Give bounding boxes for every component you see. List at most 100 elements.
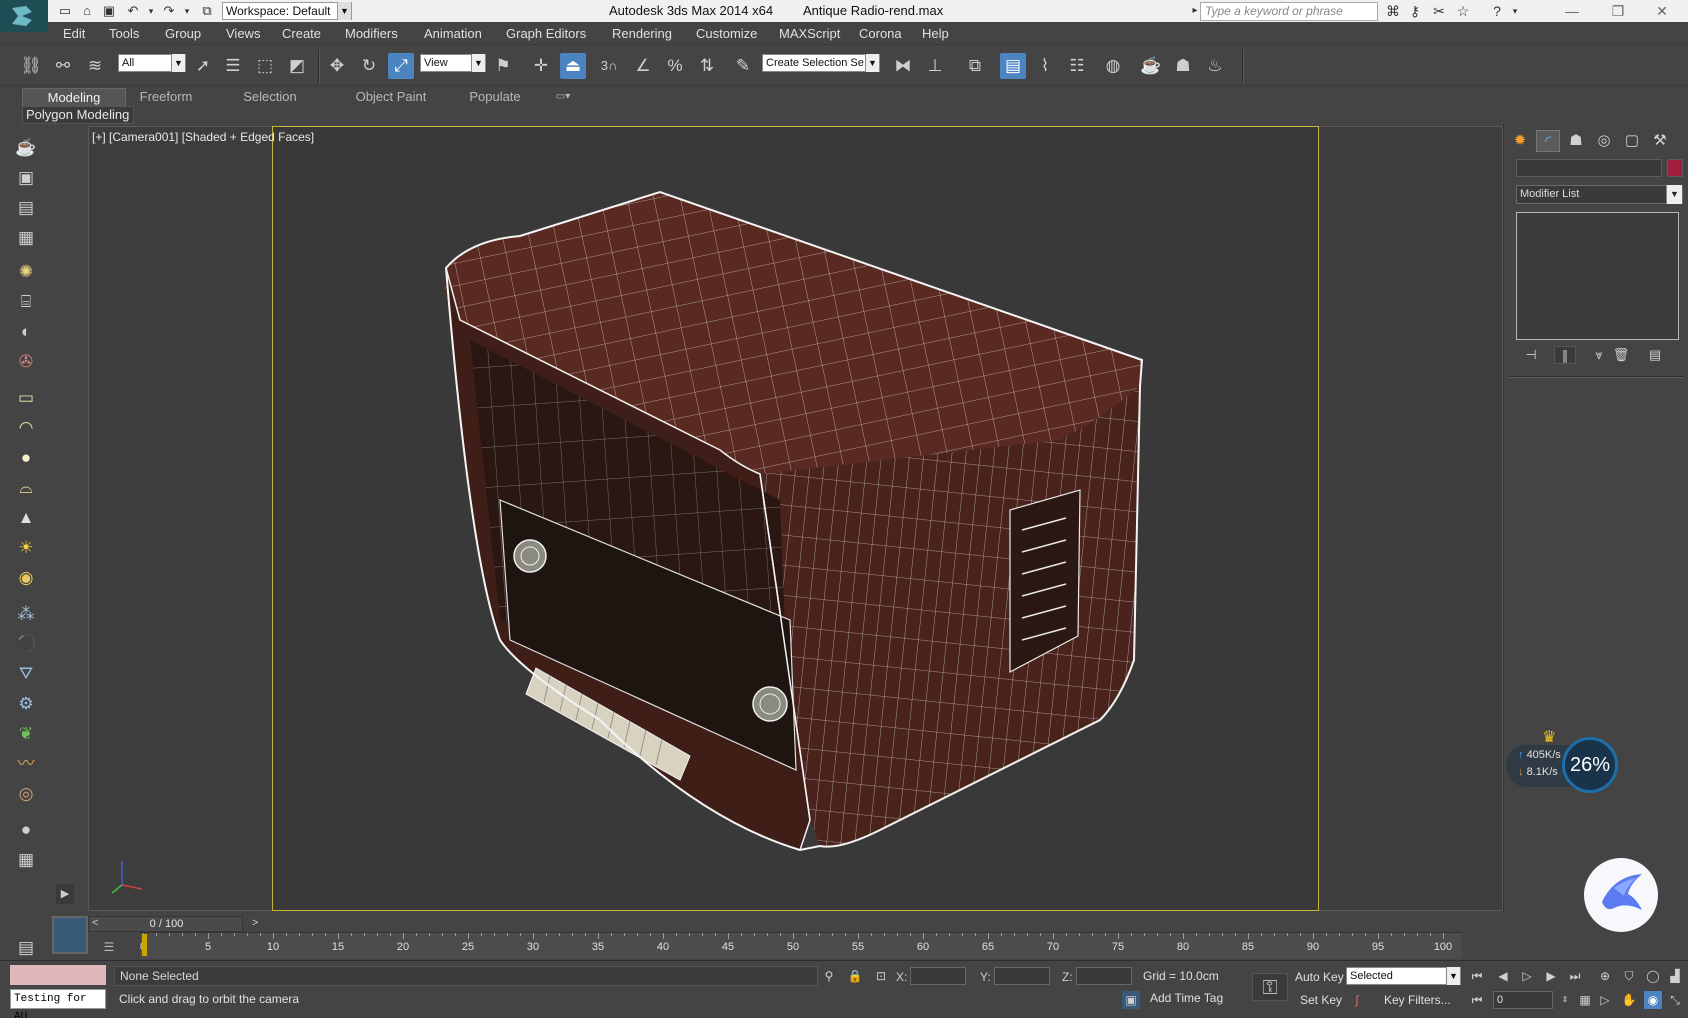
- upload-speed: ↑ 405K/s: [1518, 749, 1561, 761]
- field-of-view-icon[interactable]: ▷: [1596, 991, 1614, 1009]
- timeline-tick: [403, 933, 404, 939]
- timeline-tick: [442, 933, 443, 936]
- timeline-tick-label: 35: [591, 941, 605, 953]
- axis-tripod: [111, 861, 143, 894]
- status-bar: Testing for AU None Selected Click and d…: [0, 960, 1688, 1018]
- time-slider[interactable]: < 0 / 100 >: [88, 916, 258, 932]
- timeline-tick-label: 70: [1046, 941, 1060, 953]
- timeline-tick-label: 100: [1433, 941, 1453, 953]
- modifier-stack[interactable]: [1516, 212, 1679, 340]
- utilities-tab-icon[interactable]: ⚒: [1648, 130, 1672, 152]
- timeline-tick: [702, 933, 703, 936]
- create-tab-icon[interactable]: ✹: [1508, 130, 1532, 152]
- display-tab-icon[interactable]: ▢: [1620, 130, 1644, 152]
- play-icon[interactable]: ▷: [1518, 967, 1536, 985]
- show-end-result-icon[interactable]: ∥: [1554, 346, 1576, 364]
- timeline-tick: [247, 933, 248, 936]
- curve-editor-toggle-icon[interactable]: ☰: [100, 938, 118, 956]
- zoom-extents-icon[interactable]: ⛉: [1620, 967, 1638, 985]
- arrow-up-icon: ↑: [1518, 749, 1524, 761]
- timeline-tick-label: 80: [1176, 941, 1190, 953]
- next-frame-icon[interactable]: ▶: [1542, 967, 1560, 985]
- make-unique-icon[interactable]: ⩔: [1588, 346, 1610, 364]
- current-frame-marker[interactable]: [142, 934, 147, 956]
- isolate-selection-icon[interactable]: ⚲: [820, 967, 838, 985]
- timeline-tick: [1365, 933, 1366, 936]
- viewport-maximize-toggle-icon[interactable]: ⤡: [1666, 991, 1684, 1009]
- timeline-tick: [1053, 933, 1054, 939]
- frame-spinner-icon[interactable]: ⇕: [1556, 991, 1574, 1009]
- timeline-track[interactable]: 0510152025303540455055606570758085909510…: [140, 932, 1462, 959]
- previous-frame-icon[interactable]: ◀: [1494, 967, 1512, 985]
- key-mode-toggle-icon[interactable]: ⏮: [1468, 991, 1486, 1009]
- timeline-tick: [325, 933, 326, 936]
- x-coordinate-field[interactable]: [910, 967, 966, 985]
- object-name-field[interactable]: [1516, 159, 1662, 177]
- timeline-tick: [299, 933, 300, 936]
- set-key-icon[interactable]: ⚿: [1252, 973, 1288, 1001]
- current-frame-field[interactable]: 0: [1493, 991, 1553, 1009]
- timeline-tick: [156, 933, 157, 936]
- object-color-swatch[interactable]: [1667, 159, 1683, 177]
- timeline-tick: [1326, 933, 1327, 936]
- key-filters-button[interactable]: Key Filters...: [1384, 993, 1451, 1007]
- time-tag-icon[interactable]: ▣: [1122, 991, 1140, 1009]
- timeline-tick: [208, 933, 209, 939]
- z-coordinate-field[interactable]: [1076, 967, 1132, 985]
- timeline-tick: [1209, 933, 1210, 936]
- timeline-tick: [949, 933, 950, 936]
- timeline-tick: [1131, 933, 1132, 936]
- timeline-tick-label: 5: [204, 941, 212, 953]
- timeline-tick: [988, 933, 989, 939]
- crown-icon: ♛: [1542, 729, 1557, 746]
- radio-model[interactable]: [0, 0, 1688, 1018]
- remove-modifier-icon[interactable]: 🗑: [1610, 346, 1632, 364]
- modify-tab-icon[interactable]: ◜: [1536, 130, 1560, 152]
- motion-tab-icon[interactable]: ◎: [1592, 130, 1616, 152]
- time-configuration-icon[interactable]: ▦: [1576, 991, 1594, 1009]
- timeline-tick: [286, 933, 287, 936]
- timeline-tick: [377, 933, 378, 936]
- mini-curve-editor-toggle[interactable]: [52, 916, 88, 954]
- timeline-tick: [234, 933, 235, 936]
- timeline-tick: [1040, 933, 1041, 936]
- zoom-icon[interactable]: ⊕: [1596, 967, 1614, 985]
- default-tangent-icon[interactable]: ∫: [1348, 991, 1366, 1009]
- timeline-tick: [1027, 933, 1028, 936]
- absolute-mode-icon[interactable]: ⊡: [872, 967, 890, 985]
- timeline-tick: [884, 933, 885, 936]
- timeline-tick: [455, 933, 456, 936]
- timeline-tick: [1196, 933, 1197, 936]
- pin-stack-icon[interactable]: ⊣: [1520, 346, 1542, 364]
- timeline-tick: [624, 933, 625, 936]
- timeline-tick: [715, 933, 716, 936]
- timeline-tick: [1118, 933, 1119, 939]
- key-mode-dropdown[interactable]: Selected ▼: [1346, 967, 1461, 985]
- timeline-tick: [598, 933, 599, 939]
- timeline-tick: [1105, 933, 1106, 936]
- go-to-start-icon[interactable]: ⏮: [1468, 967, 1486, 985]
- panel-divider: [1509, 376, 1684, 378]
- network-speed-widget[interactable]: ♛ ↑ 405K/s ↓ 8.1K/s 26%: [1506, 729, 1618, 795]
- time-slider-next[interactable]: >: [252, 917, 258, 929]
- maximize-viewport-icon[interactable]: ▟: [1666, 967, 1684, 985]
- modifier-list-dropdown[interactable]: Modifier List ▼: [1516, 185, 1683, 204]
- maxscript-listener-pink[interactable]: [10, 965, 106, 985]
- bird-app-icon[interactable]: [1584, 858, 1658, 932]
- set-key-button[interactable]: Set Key: [1300, 993, 1342, 1007]
- timeline-tick-label: 20: [396, 941, 410, 953]
- y-coordinate-field[interactable]: [994, 967, 1050, 985]
- hierarchy-tab-icon[interactable]: ☗: [1564, 130, 1588, 152]
- timeline-tick: [1404, 933, 1405, 936]
- orbit-camera-icon[interactable]: ◉: [1644, 991, 1662, 1009]
- add-time-tag[interactable]: Add Time Tag: [1150, 991, 1223, 1005]
- maxscript-mini-listener[interactable]: Testing for AU: [10, 989, 106, 1018]
- go-to-end-icon[interactable]: ⏭: [1566, 967, 1584, 985]
- lock-selection-icon[interactable]: 🔒: [846, 967, 864, 985]
- timeline-tick: [1079, 933, 1080, 936]
- auto-key-button[interactable]: Auto Key: [1295, 970, 1344, 984]
- pan-icon[interactable]: ✋: [1620, 991, 1638, 1009]
- timeline-tick: [1417, 933, 1418, 936]
- configure-modifier-sets-icon[interactable]: ▤: [1644, 346, 1666, 364]
- orbit-icon[interactable]: ◯: [1644, 967, 1662, 985]
